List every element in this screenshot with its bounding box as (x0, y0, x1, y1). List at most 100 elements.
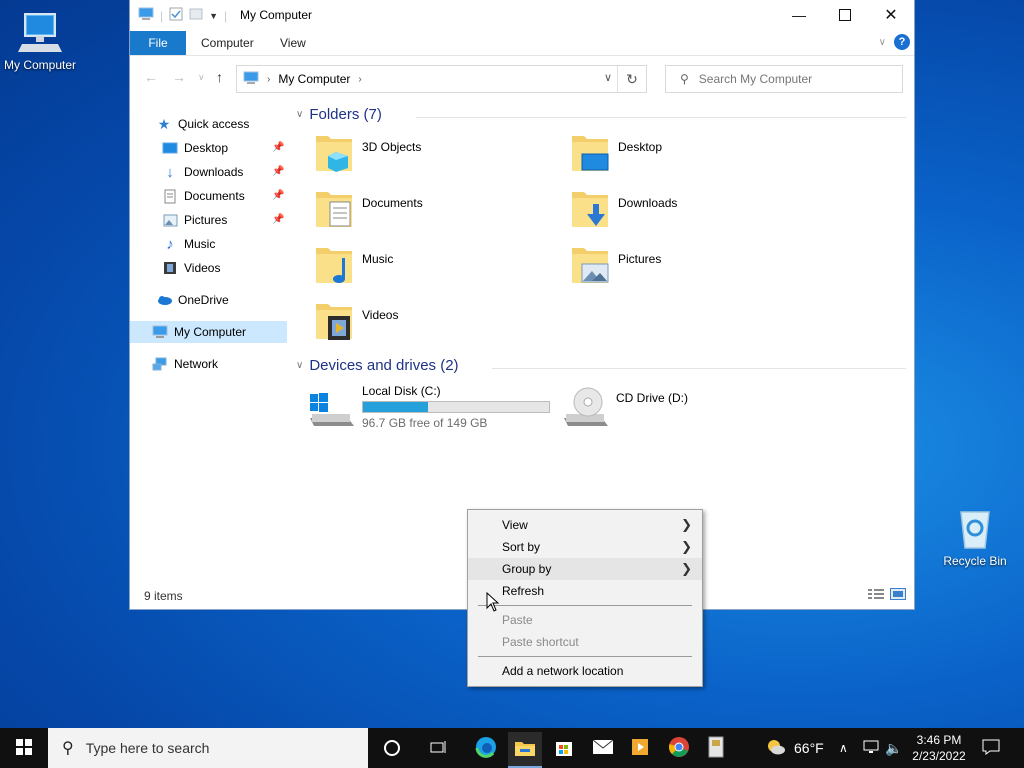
menu-item-add-network-location[interactable]: Add a network location (468, 660, 702, 682)
network-icon (152, 356, 168, 372)
folder-desktop-icon (570, 130, 610, 174)
menu-item-group-by[interactable]: Group by ❯ (468, 558, 702, 580)
refresh-button[interactable]: ↻ (617, 66, 646, 92)
edge-button[interactable] (470, 732, 502, 764)
refresh-icon: ↻ (626, 70, 638, 87)
folder-desktop[interactable]: Desktop (552, 136, 792, 190)
mail-button[interactable] (587, 732, 619, 764)
desktop-icon-recycle-bin[interactable]: Recycle Bin (935, 504, 1015, 568)
media-player-button[interactable] (624, 732, 656, 764)
desktop-icon-my-computer[interactable]: My Computer (0, 8, 80, 72)
nav-quick-access[interactable]: ★ Quick access (156, 113, 250, 135)
cortana-button[interactable] (376, 732, 408, 764)
minimize-button[interactable]: — (776, 0, 822, 30)
search-input[interactable]: ⚲ Search My Computer (665, 65, 903, 93)
status-item-count: 9 items (144, 589, 183, 603)
weather-widget[interactable]: 66°F (764, 728, 824, 768)
tab-computer[interactable]: Computer (201, 36, 254, 50)
menu-separator (478, 605, 692, 606)
maximize-button[interactable] (822, 0, 868, 30)
menu-item-paste[interactable]: Paste (468, 609, 702, 631)
properties-icon[interactable] (169, 7, 183, 24)
taskbar-search-input[interactable]: ⚲ Type here to search (48, 728, 368, 768)
chevron-down-icon: ∨ (296, 360, 304, 371)
folder-videos[interactable]: Videos (296, 304, 536, 358)
start-button[interactable] (0, 728, 48, 768)
chevron-right-icon: ❯ (681, 517, 692, 532)
chevron-up-icon: ∧ (839, 741, 848, 755)
app-button[interactable] (700, 732, 732, 764)
star-icon: ★ (157, 115, 171, 132)
help-icon[interactable]: ? (894, 34, 910, 50)
drive-c-free-space: 96.7 GB free of 149 GB (362, 416, 488, 430)
folder-3d-objects[interactable]: 3D Objects (296, 136, 536, 190)
folder-3d-objects-icon (314, 130, 354, 174)
chrome-icon (668, 736, 690, 761)
nav-my-computer[interactable]: My Computer (130, 321, 287, 343)
tab-file[interactable]: File (130, 31, 186, 55)
task-view-icon (430, 740, 448, 757)
folder-pictures[interactable]: Pictures (552, 248, 792, 302)
up-icon[interactable]: ↑ (216, 69, 223, 85)
details-view-icon[interactable] (868, 588, 884, 603)
store-button[interactable] (548, 732, 580, 764)
recent-locations-icon[interactable]: ∨ (198, 72, 205, 83)
nav-videos[interactable]: Videos (162, 257, 220, 279)
action-center-button[interactable] (982, 728, 1000, 768)
nav-documents[interactable]: Documents (162, 185, 245, 207)
menu-item-sort-by[interactable]: Sort by ❯ (468, 536, 702, 558)
chevron-right-icon[interactable]: › (358, 74, 361, 85)
task-view-button[interactable] (423, 732, 455, 764)
nav-music[interactable]: ♪ Music (162, 233, 215, 255)
chevron-down-icon: ∨ (296, 109, 304, 120)
windows-logo-icon (16, 738, 32, 758)
clock-time: 3:46 PM (916, 733, 962, 747)
close-button[interactable]: ✕ (868, 0, 914, 30)
back-icon[interactable]: ← (144, 69, 158, 85)
clock[interactable]: 3:46 PM 2/23/2022 (906, 732, 972, 764)
chevron-right-icon: ❯ (681, 539, 692, 554)
nav-network[interactable]: Network (152, 353, 218, 375)
address-bar[interactable]: › My Computer › ∨ ↻ (236, 65, 647, 93)
customize-toolbar-icon[interactable]: ▼ (209, 11, 218, 21)
folder-downloads-icon (570, 186, 610, 230)
drive-cd-d[interactable]: CD Drive (D:) (562, 384, 762, 434)
drive-local-disk-c[interactable]: Local Disk (C:) 96.7 GB free of 149 GB (308, 384, 558, 434)
video-icon (162, 260, 178, 276)
network-icon (862, 740, 880, 757)
menu-item-view[interactable]: View ❯ (468, 514, 702, 536)
folder-documents[interactable]: Documents (296, 192, 536, 246)
title-bar[interactable]: | ▼ | My Computer — ✕ (130, 0, 914, 31)
folders-section-header[interactable]: ∨ Folders (7) (296, 106, 382, 123)
notification-icon (982, 739, 1000, 758)
expand-ribbon-icon[interactable]: ∨ (879, 37, 886, 48)
volume-button[interactable]: 🔈 (885, 728, 902, 768)
tab-view[interactable]: View (280, 36, 306, 50)
minimize-icon: — (792, 7, 806, 23)
chevron-right-icon[interactable]: › (267, 74, 270, 85)
drive-d-name: CD Drive (D:) (616, 391, 688, 405)
breadcrumb-my-computer[interactable]: My Computer (278, 72, 350, 86)
file-explorer-button[interactable] (508, 732, 542, 768)
folder-icon (514, 739, 536, 760)
devices-section-header[interactable]: ∨ Devices and drives (2) (296, 357, 459, 374)
forward-icon[interactable]: → (172, 69, 186, 85)
computer-icon (16, 8, 64, 56)
network-status-button[interactable] (862, 728, 880, 768)
chevron-down-icon[interactable]: ∨ (604, 71, 612, 84)
large-icons-view-icon[interactable] (890, 588, 906, 603)
chrome-button[interactable] (663, 732, 695, 764)
folder-music[interactable]: Music (296, 248, 536, 302)
folder-downloads[interactable]: Downloads (552, 192, 792, 246)
folder-pictures-icon (570, 242, 610, 286)
new-folder-icon[interactable] (189, 7, 203, 24)
picture-icon (162, 212, 178, 228)
nav-pictures[interactable]: Pictures (162, 209, 227, 231)
nav-downloads[interactable]: ↓ Downloads (162, 161, 243, 183)
nav-desktop[interactable]: Desktop (162, 137, 228, 159)
nav-onedrive[interactable]: OneDrive (156, 289, 229, 311)
menu-item-paste-shortcut[interactable]: Paste shortcut (468, 631, 702, 653)
menu-item-refresh[interactable]: Refresh (468, 580, 702, 602)
show-hidden-icons-button[interactable]: ∧ (839, 728, 848, 768)
cortana-icon (384, 740, 400, 756)
